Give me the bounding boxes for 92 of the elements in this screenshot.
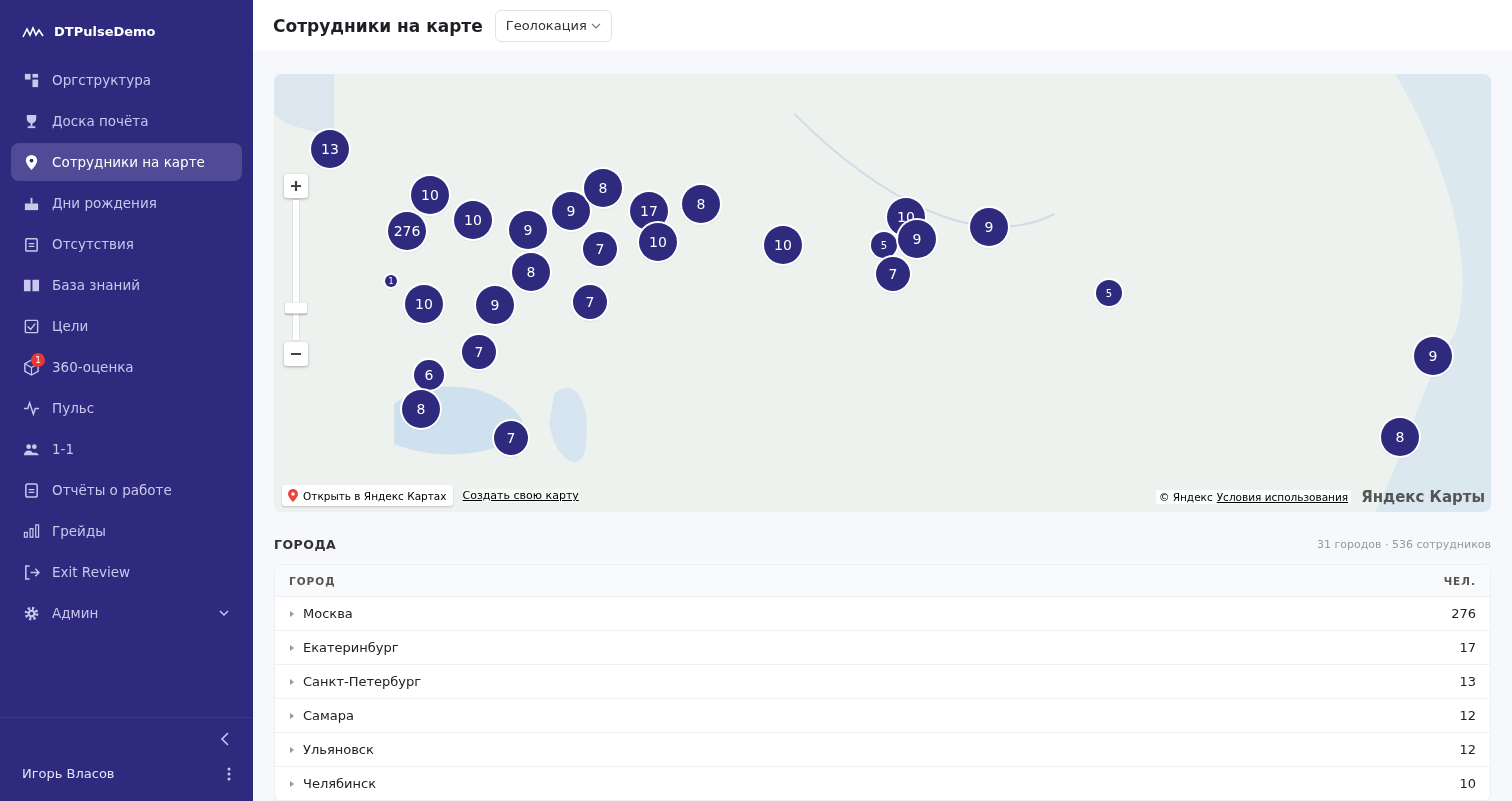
map-cluster-marker[interactable]: 10 [405,285,443,323]
notification-badge: 1 [31,353,45,367]
city-name: Ульяновск [303,742,375,757]
terms-link[interactable]: Условия использования [1216,491,1349,503]
nav-item[interactable]: 1-1 [11,430,242,468]
column-header: ЧЕЛ. [1443,574,1476,587]
brand-logo-icon [22,25,44,38]
nav-item[interactable]: 1 360-оценка [11,348,242,386]
nav-item[interactable]: Отсутствия [11,225,242,263]
collapse-sidebar-icon[interactable] [219,732,231,746]
create-map-link[interactable]: Создать свою карту [462,489,579,502]
zoom-out-button[interactable] [284,342,308,366]
map-cluster-marker[interactable]: 8 [584,169,622,207]
org-chart-icon [23,71,40,89]
nav-item[interactable]: Грейды [11,512,242,550]
zoom-slider-thumb[interactable] [285,302,307,314]
calendar-icon [23,235,40,253]
page-title: Сотрудники на карте [273,15,483,36]
nav-item[interactable]: Отчёты о работе [11,471,242,509]
nav-item[interactable]: Сотрудники на карте [11,143,242,181]
zoom-in-button[interactable] [284,174,308,198]
nav-item[interactable]: Админ [11,594,242,632]
map-cluster-marker[interactable]: 7 [462,335,496,369]
map-cluster-marker[interactable]: 10 [764,226,802,264]
expand-caret-icon[interactable] [289,644,295,651]
employee-count: 10 [1459,776,1476,791]
nav-item[interactable]: Exit Review [11,553,242,591]
expand-caret-icon[interactable] [289,678,295,685]
map-cluster-marker[interactable]: 10 [639,223,677,261]
more-menu-icon[interactable] [227,766,231,781]
nav-item[interactable]: Доска почёта [11,102,242,140]
employee-count: 276 [1451,606,1476,621]
maps-logo: Яндекс Карты [1361,488,1485,506]
chevron-down-icon [218,607,230,619]
open-in-maps-link[interactable]: Открыть в Яндекс Картах [282,485,453,506]
map-cluster-marker[interactable]: 5 [871,232,897,258]
bar-chart-icon [23,522,40,540]
section-title: ГОРОДА [274,537,337,552]
map-cluster-marker[interactable]: 10 [411,176,449,214]
column-header: ГОРОД [289,574,336,587]
map-cluster-marker[interactable]: 9 [552,192,590,230]
map-background[interactable] [274,74,1491,512]
map-cluster-marker[interactable]: 9 [1414,337,1452,375]
city-name: Екатеринбург [303,640,400,655]
employee-count: 12 [1459,742,1476,757]
employee-count: 12 [1459,708,1476,723]
expand-caret-icon[interactable] [289,780,295,787]
exit-icon [23,563,40,581]
map-cluster-marker[interactable]: 7 [494,421,528,455]
expand-caret-icon[interactable] [289,746,295,753]
user-name[interactable]: Игорь Власов [22,766,115,781]
city-name: Санкт-Петербург [303,674,423,689]
map-cluster-marker[interactable]: 8 [402,390,440,428]
map-cluster-marker[interactable]: 9 [970,208,1008,246]
geolocation-dropdown[interactable]: Геолокация [494,9,612,42]
location-pin-icon [23,153,40,171]
employee-count: 17 [1459,640,1476,655]
cube-icon [23,358,40,376]
map-cluster-marker[interactable]: 8 [512,253,550,291]
map-cluster-marker[interactable]: 8 [682,185,720,223]
settings-icon [23,604,40,622]
map-cluster-marker[interactable]: 9 [476,286,514,324]
map-cluster-marker[interactable]: 7 [573,285,607,319]
map-cluster-marker[interactable]: 7 [876,257,910,291]
brand-name: DTPulseDemo [54,24,156,39]
map-cluster-marker[interactable]: 9 [509,211,547,249]
checkbox-icon [23,317,40,335]
copyright-text: © Яндекс [1158,491,1213,503]
map-cluster-marker[interactable]: 13 [311,130,349,168]
map-cluster-marker[interactable]: 6 [414,360,444,390]
cities-summary: 31 городов · 536 сотрудников [1317,538,1491,551]
nav-item[interactable]: Пульс [11,389,242,427]
nav-item[interactable]: Цели [11,307,242,345]
map-cluster-marker[interactable]: 10 [454,201,492,239]
nav-item[interactable]: Оргструктура [11,61,242,99]
expand-caret-icon[interactable] [289,610,295,617]
nav-item[interactable]: База знаний [11,266,242,304]
map-pin-icon [288,489,298,502]
pulse-icon [23,399,40,417]
city-name: Самара [303,708,356,723]
clipboard-icon [23,481,40,499]
map-cluster-marker[interactable]: 5 [1096,280,1122,306]
expand-caret-icon[interactable] [289,712,295,719]
map-cluster-marker[interactable]: 7 [583,232,617,266]
employee-count: 13 [1459,674,1476,689]
plus-icon [290,180,302,192]
map-cluster-marker[interactable]: 276 [388,212,426,250]
nav-item[interactable]: Дни рождения [11,184,242,222]
city-name: Москва [303,606,354,621]
map-cluster-marker[interactable]: 1 [385,275,397,287]
city-name: Челябинск [303,776,377,791]
map-cluster-marker[interactable]: 8 [1381,418,1419,456]
